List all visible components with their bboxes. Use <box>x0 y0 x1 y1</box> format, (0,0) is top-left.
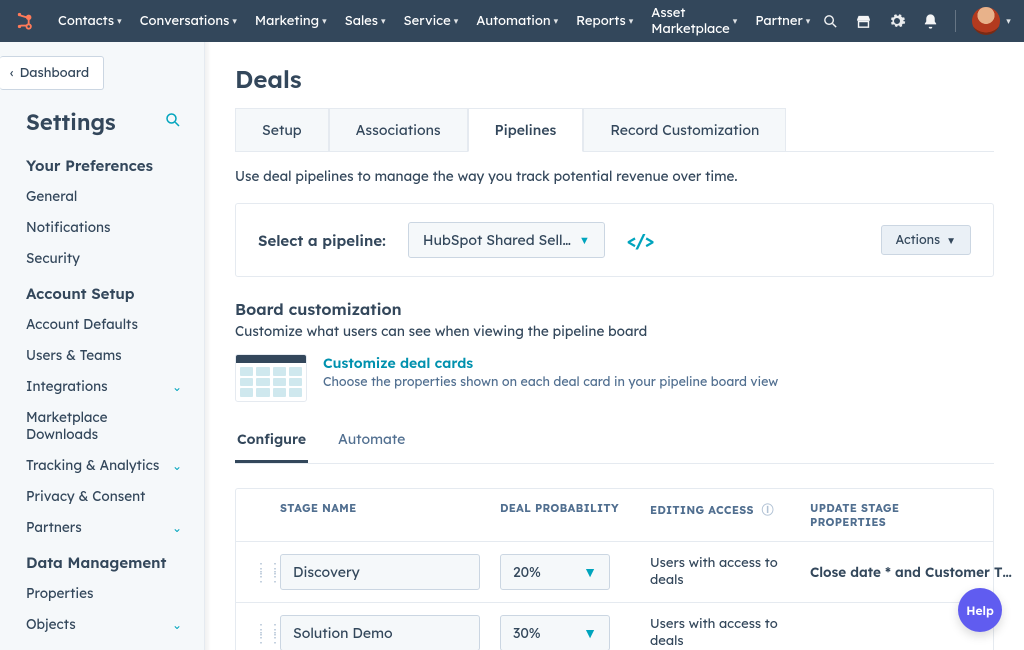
chevron-down-icon: ▾ <box>806 16 811 27</box>
chevron-left-icon: ‹ <box>10 65 14 81</box>
nav-item-partner[interactable]: Partner▾ <box>747 9 818 33</box>
board-preview-icon <box>235 354 307 402</box>
page-title: Deals <box>235 64 994 94</box>
pipeline-subtabs: Configure Automate <box>235 420 994 464</box>
sidebar-item-integrations[interactable]: Integrations⌄ <box>0 371 204 402</box>
pipeline-select[interactable]: HubSpot Shared Sell… ▼ <box>408 222 605 258</box>
stage-table: Stage Name Deal Probability Editing Acce… <box>235 488 994 650</box>
nav-item-marketing[interactable]: Marketing▾ <box>247 9 335 33</box>
sidebar-item-account-defaults[interactable]: Account Defaults <box>0 309 204 340</box>
actions-label: Actions <box>896 232 941 248</box>
sidebar-item-partners[interactable]: Partners⌄ <box>0 512 204 543</box>
sidebar-group-title: Account Setup <box>0 284 204 303</box>
gear-icon[interactable] <box>888 12 906 30</box>
chevron-down-icon: ▾ <box>322 16 327 27</box>
sidebar-group-title: Your Preferences <box>0 156 204 175</box>
chevron-down-icon: ⌄ <box>172 617 182 632</box>
info-icon[interactable]: ⓘ <box>762 502 774 517</box>
hubspot-logo-icon[interactable] <box>14 9 36 33</box>
code-icon[interactable]: </> <box>627 229 653 252</box>
page-description: Use deal pipelines to manage the way you… <box>235 168 994 185</box>
back-label: Dashboard <box>20 65 90 81</box>
pipeline-selector-panel: Select a pipeline: HubSpot Shared Sell… … <box>235 203 994 277</box>
caret-down-icon: ▼ <box>946 234 956 247</box>
help-button[interactable]: Help <box>958 588 1002 632</box>
stage-name-input[interactable] <box>280 554 480 590</box>
chevron-down-icon: ▾ <box>117 16 122 27</box>
sidebar-item-marketplace-downloads[interactable]: Marketplace Downloads <box>0 402 204 450</box>
sidebar-item-properties[interactable]: Properties <box>0 578 204 609</box>
drag-handle-icon[interactable]: ⋮⋮⋮⋮ <box>254 564 280 580</box>
tab-record-customization[interactable]: Record Customization <box>583 108 786 151</box>
stage-row: ⋮⋮⋮⋮ 30%▼ Users with access to deals <box>236 603 993 650</box>
search-icon[interactable] <box>164 111 182 133</box>
sidebar-item-tracking-analytics[interactable]: Tracking & Analytics⌄ <box>0 450 204 481</box>
chevron-down-icon: ▾ <box>733 16 738 27</box>
col-stage-name: Stage Name <box>280 501 500 529</box>
col-deal-probability: Deal Probability <box>500 501 650 529</box>
account-menu[interactable]: ▾ <box>972 7 1011 35</box>
main-content: Deals SetupAssociationsPipelinesRecord C… <box>205 42 1024 650</box>
caret-down-icon: ▼ <box>583 624 597 642</box>
drag-handle-icon[interactable]: ⋮⋮⋮⋮ <box>254 625 280 641</box>
update-properties-text[interactable]: Close date * and Customer T… <box>810 564 1012 581</box>
sidebar-item-security[interactable]: Security <box>0 243 204 274</box>
sidebar-item-privacy-consent[interactable]: Privacy & Consent <box>0 481 204 512</box>
editing-access-text: Users with access to deals <box>650 555 810 589</box>
settings-title: Settings <box>26 108 116 136</box>
stage-name-input[interactable] <box>280 615 480 650</box>
deal-probability-select[interactable]: 20%▼ <box>500 554 610 590</box>
caret-down-icon: ▼ <box>579 233 590 247</box>
tab-pipelines[interactable]: Pipelines <box>468 108 584 152</box>
customize-deal-cards-link[interactable]: Customize deal cards <box>323 354 778 372</box>
chevron-down-icon: ▾ <box>554 16 559 27</box>
pipeline-select-value: HubSpot Shared Sell… <box>423 231 571 249</box>
subtab-configure[interactable]: Configure <box>235 420 308 463</box>
nav-item-asset-marketplace[interactable]: Asset Marketplace▾ <box>643 1 745 41</box>
col-editing-access: Editing Access <box>650 503 754 517</box>
actions-button[interactable]: Actions ▼ <box>881 225 971 255</box>
chevron-down-icon: ▾ <box>381 16 386 27</box>
avatar <box>972 7 1000 35</box>
search-icon[interactable] <box>822 13 839 30</box>
caret-down-icon: ▼ <box>583 563 597 581</box>
object-tabs: SetupAssociationsPipelinesRecord Customi… <box>235 108 994 152</box>
deal-probability-select[interactable]: 30%▼ <box>500 615 610 650</box>
sidebar-item-notifications[interactable]: Notifications <box>0 212 204 243</box>
chevron-down-icon: ▾ <box>1006 16 1011 27</box>
nav-item-automation[interactable]: Automation▾ <box>468 9 566 33</box>
chevron-down-icon: ▾ <box>454 16 459 27</box>
pipeline-label: Select a pipeline: <box>258 231 386 250</box>
chevron-down-icon: ⌄ <box>172 458 182 473</box>
stage-row: ⋮⋮⋮⋮20%▼Users with access to dealsClose … <box>236 542 993 603</box>
nav-item-reports[interactable]: Reports▾ <box>568 9 641 33</box>
back-to-dashboard-button[interactable]: ‹ Dashboard <box>0 56 104 90</box>
tab-setup[interactable]: Setup <box>235 108 329 151</box>
chevron-down-icon: ⌄ <box>172 379 182 394</box>
sidebar-item-objects[interactable]: Objects⌄ <box>0 609 204 640</box>
bell-icon[interactable] <box>922 13 939 30</box>
top-nav: Contacts▾Conversations▾Marketing▾Sales▾S… <box>0 0 1024 42</box>
board-customization-title: Board customization <box>235 299 994 319</box>
nav-item-sales[interactable]: Sales▾ <box>337 9 394 33</box>
board-customization-subtitle: Customize what users can see when viewin… <box>235 323 994 340</box>
nav-item-service[interactable]: Service▾ <box>396 9 467 33</box>
customize-deal-cards-desc: Choose the properties shown on each deal… <box>323 374 778 390</box>
settings-sidebar: ‹ Dashboard Settings Your Preferences Gen… <box>0 42 205 650</box>
editing-access-text: Users with access to deals <box>650 616 810 650</box>
col-update-properties: Update Stage Properties <box>810 501 975 529</box>
sidebar-item-general[interactable]: General <box>0 181 204 212</box>
subtab-automate[interactable]: Automate <box>336 420 407 463</box>
chevron-down-icon: ▾ <box>232 16 237 27</box>
chevron-down-icon: ⌄ <box>172 520 182 535</box>
sidebar-item-users-teams[interactable]: Users & Teams <box>0 340 204 371</box>
nav-item-conversations[interactable]: Conversations▾ <box>132 9 245 33</box>
marketplace-icon[interactable] <box>855 13 872 30</box>
sidebar-group-title: Data Management <box>0 553 204 572</box>
nav-item-contacts[interactable]: Contacts▾ <box>50 9 130 33</box>
chevron-down-icon: ▾ <box>629 16 634 27</box>
tab-associations[interactable]: Associations <box>329 108 468 151</box>
